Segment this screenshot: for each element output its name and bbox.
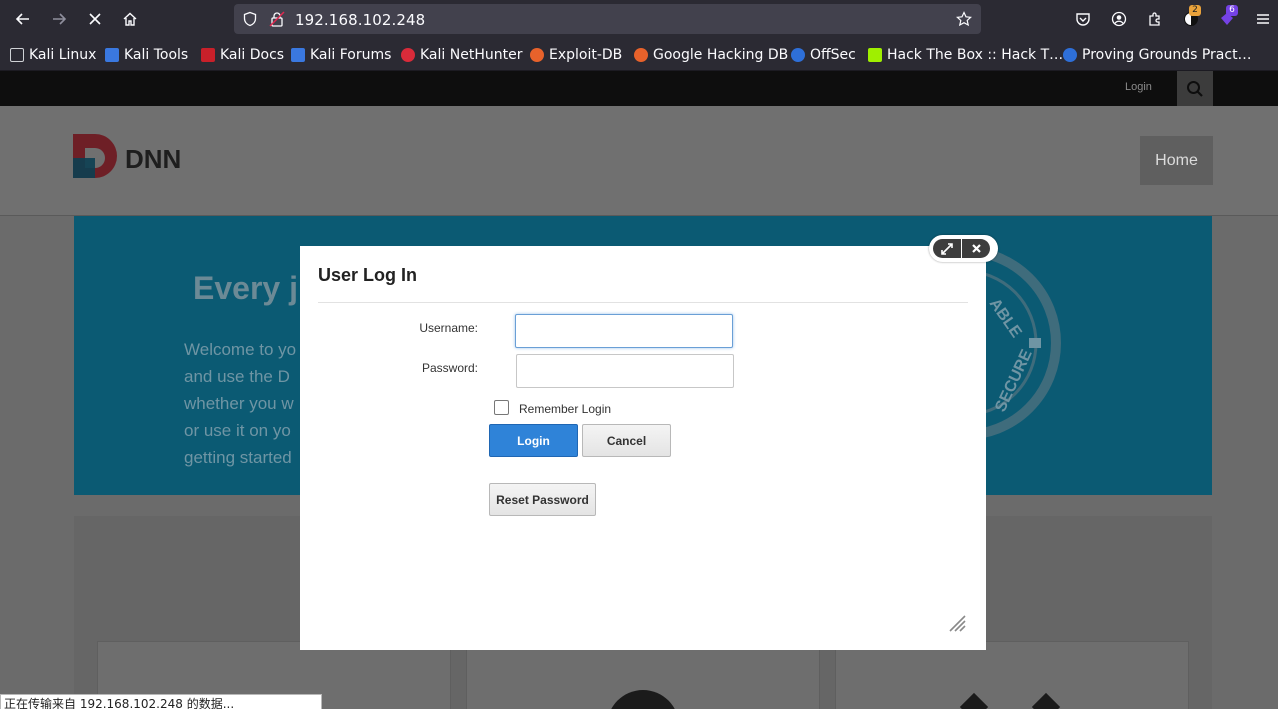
resize-handle-icon[interactable] xyxy=(946,612,966,632)
svg-text:DNN: DNN xyxy=(125,144,181,174)
home-button[interactable] xyxy=(116,5,144,33)
password-input[interactable] xyxy=(516,354,734,388)
insecure-lock-icon[interactable] xyxy=(269,11,285,27)
stop-button[interactable] xyxy=(81,5,109,33)
username-input[interactable] xyxy=(515,314,733,348)
feature-icon xyxy=(607,690,679,709)
bookmark-label: Kali Linux xyxy=(29,47,97,63)
stop-icon xyxy=(89,13,101,25)
puzzle-icon xyxy=(1149,12,1160,26)
bookmark-label: Proving Grounds Pract… xyxy=(1082,47,1252,63)
username-label: Username: xyxy=(419,321,478,335)
banner-title: Every j xyxy=(193,270,298,306)
exploit-db-icon xyxy=(530,48,544,62)
extensions-button[interactable] xyxy=(1141,5,1169,33)
topbar-login-link[interactable]: Login xyxy=(1125,81,1152,93)
hamburger-menu-icon xyxy=(1257,14,1269,24)
url-bar[interactable]: 192.168.102.248 xyxy=(234,4,981,34)
close-icon xyxy=(971,244,981,253)
bookmark-kali-docs[interactable]: Kali Docs xyxy=(201,46,284,64)
shield-icon[interactable] xyxy=(242,11,258,27)
browser-status-bar: 正在传输来自 192.168.102.248 的数据... xyxy=(0,694,322,709)
nethunter-icon xyxy=(401,48,415,62)
bookmark-label: OffSec xyxy=(810,47,856,63)
pocket-icon xyxy=(1076,13,1090,26)
ghdb-icon xyxy=(634,48,648,62)
cancel-button[interactable]: Cancel xyxy=(582,424,671,457)
forward-arrow-icon xyxy=(53,13,67,25)
kali-docs-icon xyxy=(201,48,215,62)
bookmark-label: Google Hacking DB xyxy=(653,47,789,63)
bookmark-exploit-db[interactable]: Exploit-DB xyxy=(530,46,622,64)
feature-icon xyxy=(959,692,989,709)
forward-button[interactable] xyxy=(45,5,73,33)
site-search-button[interactable] xyxy=(1177,71,1213,106)
password-label: Password: xyxy=(421,361,478,375)
bookmark-star-icon[interactable] xyxy=(956,11,972,27)
back-arrow-icon xyxy=(15,13,29,25)
kali-dragon-icon xyxy=(10,48,24,62)
pg-icon xyxy=(1063,48,1077,62)
site-header: DNN Home xyxy=(0,106,1278,216)
offsec-icon xyxy=(791,48,805,62)
htb-icon xyxy=(868,48,882,62)
bookmark-kali-linux[interactable]: Kali Linux xyxy=(10,46,96,64)
expand-icon xyxy=(941,242,953,255)
reset-password-button[interactable]: Reset Password xyxy=(489,483,596,516)
extension-badge-orange: 2 xyxy=(1189,5,1201,16)
bookmark-label: Kali Forums xyxy=(310,47,392,63)
login-dialog: User Log In Username: Password: Remember… xyxy=(300,246,986,650)
bookmark-label: Hack The Box :: Hack T… xyxy=(887,47,1064,63)
bookmark-label: Kali Tools xyxy=(124,47,189,63)
bookmark-ghdb[interactable]: Google Hacking DB xyxy=(634,46,788,64)
site-topbar: Login xyxy=(0,71,1278,106)
bookmark-htb[interactable]: Hack The Box :: Hack T… xyxy=(868,46,1063,64)
account-icon xyxy=(1111,11,1127,27)
account-button[interactable] xyxy=(1105,5,1133,33)
close-button[interactable] xyxy=(962,239,990,258)
kali-tools-icon xyxy=(105,48,119,62)
maximize-button[interactable] xyxy=(933,239,961,258)
bookmark-label: Exploit-DB xyxy=(549,47,623,63)
url-text[interactable]: 192.168.102.248 xyxy=(295,11,425,29)
dialog-divider xyxy=(318,302,968,303)
bookmark-kali-forums[interactable]: Kali Forums xyxy=(291,46,391,64)
bookmark-kali-tools[interactable]: Kali Tools xyxy=(105,46,188,64)
browser-toolbar: 192.168.102.248 2 6 xyxy=(0,0,1278,38)
bookmark-label: Kali Docs xyxy=(220,47,285,63)
bookmark-proving-grounds[interactable]: Proving Grounds Pract… xyxy=(1063,46,1252,64)
badge-word-able: ABLE xyxy=(986,296,1025,342)
bookmark-offsec[interactable]: OffSec xyxy=(791,46,856,64)
pocket-button[interactable] xyxy=(1069,5,1097,33)
nav-home[interactable]: Home xyxy=(1140,136,1213,185)
app-menu-button[interactable] xyxy=(1249,5,1277,33)
login-button[interactable]: Login xyxy=(489,424,578,457)
bookmarks-toolbar: Kali Linux Kali Tools Kali Docs Kali For… xyxy=(0,38,1278,71)
search-icon xyxy=(1187,80,1203,97)
feature-card xyxy=(466,641,820,709)
lock-icon xyxy=(1029,338,1041,348)
bookmark-label: Kali NetHunter xyxy=(420,47,523,63)
extension-badge-purple: 6 xyxy=(1226,5,1238,16)
back-button[interactable] xyxy=(9,5,37,33)
feature-icon xyxy=(1031,692,1061,709)
remember-login-label[interactable]: Remember Login xyxy=(519,402,611,416)
dialog-controls xyxy=(929,235,998,262)
kali-forums-icon xyxy=(291,48,305,62)
dnn-logo[interactable]: DNN xyxy=(73,134,198,182)
remember-login-checkbox[interactable] xyxy=(494,400,509,415)
dialog-title: User Log In xyxy=(318,265,418,285)
feature-card xyxy=(835,641,1189,709)
bookmark-kali-nethunter[interactable]: Kali NetHunter xyxy=(401,46,522,64)
home-icon xyxy=(123,12,137,26)
